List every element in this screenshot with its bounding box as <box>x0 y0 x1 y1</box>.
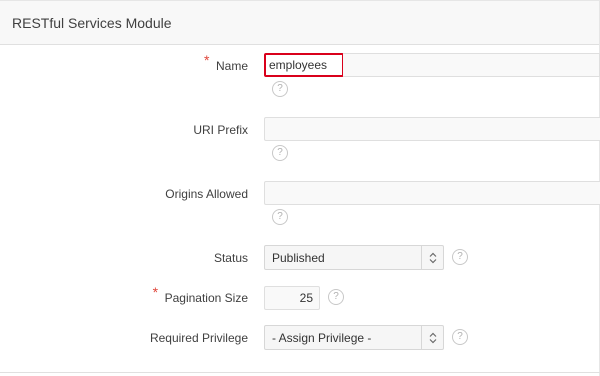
name-label-group: * Name <box>204 52 248 73</box>
pagination-size-field[interactable] <box>264 286 320 310</box>
status-help-icon[interactable]: ? <box>452 249 468 265</box>
pagination-size-help-icon[interactable]: ? <box>328 289 344 305</box>
region-header: RESTful Services Module <box>0 0 600 45</box>
restful-services-module-region: RESTful Services Module * Name ? URI Pre… <box>0 0 600 376</box>
required-privilege-selected-value: - Assign Privilege - <box>272 331 372 345</box>
name-help-icon[interactable]: ? <box>272 81 288 97</box>
uri-prefix-help-icon[interactable]: ? <box>272 145 288 161</box>
origins-allowed-field[interactable] <box>264 181 600 205</box>
name-label: Name <box>215 59 248 73</box>
status-selected-value: Published <box>272 251 325 265</box>
origins-allowed-label: Origins Allowed <box>165 187 248 201</box>
uri-prefix-field[interactable] <box>264 117 600 141</box>
chevron-up-down-icon[interactable] <box>421 326 443 349</box>
origins-allowed-help-icon[interactable]: ? <box>272 209 288 225</box>
name-field[interactable] <box>264 53 344 77</box>
required-privilege-select[interactable]: - Assign Privilege - <box>264 325 444 350</box>
required-indicator: * <box>152 284 159 300</box>
name-field-extension <box>343 53 600 77</box>
region-title: RESTful Services Module <box>12 15 172 31</box>
chevron-up-down-icon[interactable] <box>421 246 443 269</box>
status-label: Status <box>213 251 248 265</box>
pagination-size-label: Pagination Size <box>164 291 248 305</box>
pagination-size-label-group: * Pagination Size <box>153 284 248 305</box>
required-privilege-label: Required Privilege <box>149 331 248 345</box>
status-select[interactable]: Published <box>264 245 444 270</box>
required-indicator: * <box>203 52 210 68</box>
required-privilege-help-icon[interactable]: ? <box>452 329 468 345</box>
uri-prefix-label: URI Prefix <box>193 123 248 137</box>
region-border-bottom <box>0 372 600 373</box>
